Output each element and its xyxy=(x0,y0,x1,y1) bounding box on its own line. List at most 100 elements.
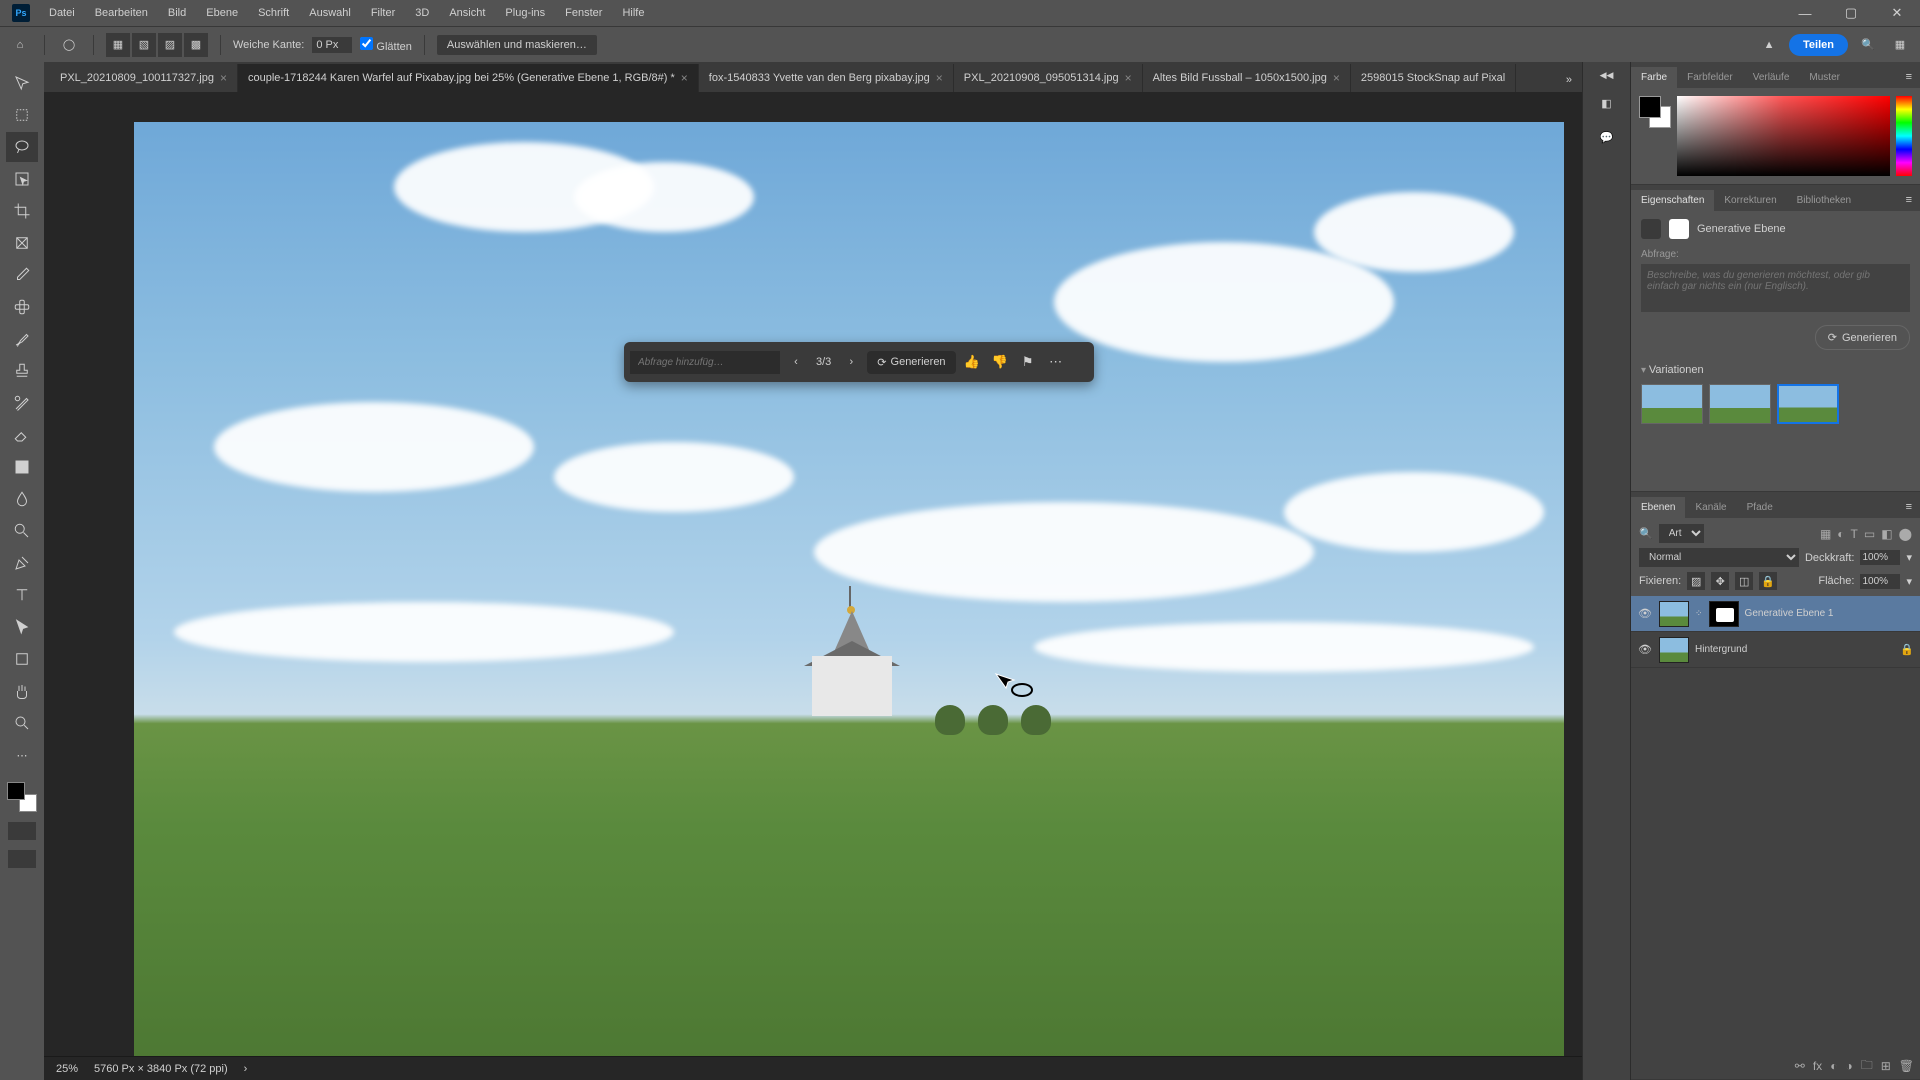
filter-type-icon[interactable]: T xyxy=(1851,527,1858,541)
dodge-tool[interactable] xyxy=(6,516,38,546)
props-generate-button[interactable]: ⟳Generieren xyxy=(1815,325,1910,350)
cloud-docs-icon[interactable]: ▲ xyxy=(1757,33,1781,57)
lasso-tool[interactable] xyxy=(6,132,38,162)
feather-input[interactable] xyxy=(312,37,352,53)
blur-tool[interactable] xyxy=(6,484,38,514)
visibility-toggle[interactable]: 👁 xyxy=(1637,606,1653,622)
filter-toggle[interactable]: ⬤ xyxy=(1899,527,1912,541)
filter-shape-icon[interactable]: ▭ xyxy=(1864,527,1875,541)
menu-datei[interactable]: Datei xyxy=(40,3,84,23)
doc-tab-3[interactable]: PXL_20210908_095051314.jpg× xyxy=(954,64,1143,92)
add-mask-icon[interactable]: ◐ xyxy=(1830,1059,1837,1073)
tab-verlaeufe[interactable]: Verläufe xyxy=(1743,67,1800,88)
fx-icon[interactable]: fx xyxy=(1813,1059,1822,1073)
tab-korrekturen[interactable]: Korrekturen xyxy=(1714,190,1786,211)
delete-layer-icon[interactable]: 🗑 xyxy=(1899,1059,1914,1073)
variations-header[interactable]: ▾ Variationen xyxy=(1641,350,1910,376)
menu-plugins[interactable]: Plug-ins xyxy=(496,3,554,23)
variation-thumb-3[interactable] xyxy=(1777,384,1839,424)
blend-mode-select[interactable]: Normal xyxy=(1639,548,1799,567)
menu-schrift[interactable]: Schrift xyxy=(249,3,298,23)
variation-thumb-1[interactable] xyxy=(1641,384,1703,424)
doc-tab-5[interactable]: 2598015 StockSnap auf Pixal xyxy=(1351,64,1516,92)
lock-artboard-icon[interactable]: ◫ xyxy=(1735,572,1753,590)
menu-3d[interactable]: 3D xyxy=(406,3,438,23)
lock-icon[interactable]: 🔒 xyxy=(1900,643,1914,656)
filter-adjust-icon[interactable]: ◐ xyxy=(1837,527,1844,541)
doc-tab-1[interactable]: couple-1718244 Karen Warfel auf Pixabay.… xyxy=(238,64,699,92)
genfill-prompt-input[interactable] xyxy=(630,351,780,374)
menu-ansicht[interactable]: Ansicht xyxy=(440,3,494,23)
layer-name[interactable]: Generative Ebene 1 xyxy=(1745,608,1834,619)
edit-toolbar[interactable]: ⋯ xyxy=(6,740,38,770)
tab-kanaele[interactable]: Kanäle xyxy=(1685,497,1736,518)
tab-muster[interactable]: Muster xyxy=(1799,67,1850,88)
menu-hilfe[interactable]: Hilfe xyxy=(613,3,653,23)
tab-ebenen[interactable]: Ebenen xyxy=(1631,497,1685,518)
layer-mask-thumb[interactable] xyxy=(1709,601,1739,627)
generate-button[interactable]: ⟳Generieren xyxy=(867,351,955,374)
color-field[interactable] xyxy=(1677,96,1890,176)
search-icon[interactable]: 🔍 xyxy=(1856,33,1880,57)
color-swatches[interactable] xyxy=(7,782,37,812)
tab-eigenschaften[interactable]: Eigenschaften xyxy=(1631,190,1714,211)
thumbs-down-icon[interactable]: 👎 xyxy=(988,350,1012,374)
layer-row[interactable]: 👁 Hintergrund 🔒 xyxy=(1631,632,1920,668)
fill-input[interactable] xyxy=(1860,574,1900,589)
new-layer-icon[interactable]: ⊞ xyxy=(1881,1059,1891,1073)
prev-variation-button[interactable]: ‹ xyxy=(784,350,808,374)
lock-pixels-icon[interactable]: ▨ xyxy=(1687,572,1705,590)
selection-new[interactable]: ▦ xyxy=(106,33,130,57)
lasso-preset-icon[interactable]: ◯ xyxy=(57,33,81,57)
thumbs-up-icon[interactable]: 👍 xyxy=(960,350,984,374)
share-button[interactable]: Teilen xyxy=(1789,34,1848,56)
layer-name[interactable]: Hintergrund xyxy=(1695,644,1747,655)
color-fg-bg[interactable] xyxy=(1639,96,1671,128)
brush-tool[interactable] xyxy=(6,324,38,354)
new-adjustment-icon[interactable]: ◑ xyxy=(1845,1059,1852,1073)
close-icon[interactable]: × xyxy=(1333,71,1340,85)
next-variation-button[interactable]: › xyxy=(839,350,863,374)
zoom-tool[interactable] xyxy=(6,708,38,738)
selection-add[interactable]: ▧ xyxy=(132,33,156,57)
hue-slider[interactable] xyxy=(1896,96,1912,176)
menu-bearbeiten[interactable]: Bearbeiten xyxy=(86,3,157,23)
panel-menu-icon[interactable]: ≡ xyxy=(1898,189,1920,211)
expand-panels-icon[interactable]: ◀◀ xyxy=(1600,70,1614,81)
zoom-level[interactable]: 25% xyxy=(56,1063,78,1075)
doc-tab-0[interactable]: PXL_20210809_100117327.jpg× xyxy=(50,64,238,92)
marquee-tool[interactable] xyxy=(6,100,38,130)
close-icon[interactable]: × xyxy=(1125,71,1132,85)
doc-tab-2[interactable]: fox-1540833 Yvette van den Berg pixabay.… xyxy=(699,64,954,92)
close-icon[interactable]: × xyxy=(220,71,227,85)
healing-tool[interactable] xyxy=(6,292,38,322)
path-select-tool[interactable] xyxy=(6,612,38,642)
layer-thumb[interactable] xyxy=(1659,637,1689,663)
filter-smart-icon[interactable]: ◧ xyxy=(1881,527,1892,541)
selection-intersect[interactable]: ▩ xyxy=(184,33,208,57)
window-minimize[interactable]: — xyxy=(1782,0,1828,26)
screenmode-toggle[interactable] xyxy=(8,850,36,868)
hand-tool[interactable] xyxy=(6,676,38,706)
menu-filter[interactable]: Filter xyxy=(362,3,404,23)
opacity-input[interactable] xyxy=(1860,550,1900,565)
shape-tool[interactable] xyxy=(6,644,38,674)
history-brush-tool[interactable] xyxy=(6,388,38,418)
gradient-tool[interactable] xyxy=(6,452,38,482)
lock-all-icon[interactable]: 🔒 xyxy=(1759,572,1777,590)
tab-bibliotheken[interactable]: Bibliotheken xyxy=(1787,190,1861,211)
history-panel-icon[interactable]: ◧ xyxy=(1595,91,1619,115)
antialias-checkbox[interactable]: Glätten xyxy=(360,37,412,53)
stamp-tool[interactable] xyxy=(6,356,38,386)
comments-panel-icon[interactable]: 💬 xyxy=(1595,125,1619,149)
close-icon[interactable]: × xyxy=(936,71,943,85)
frame-tool[interactable] xyxy=(6,228,38,258)
menu-bild[interactable]: Bild xyxy=(159,3,195,23)
select-and-mask-button[interactable]: Auswählen und maskieren… xyxy=(437,35,597,55)
layer-row[interactable]: 👁 ⁘ Generative Ebene 1 xyxy=(1631,596,1920,632)
doc-tab-4[interactable]: Altes Bild Fussball – 1050x1500.jpg× xyxy=(1143,64,1351,92)
flag-icon[interactable]: ⚑ xyxy=(1016,350,1040,374)
crop-tool[interactable] xyxy=(6,196,38,226)
tab-pfade[interactable]: Pfade xyxy=(1737,497,1783,518)
link-layers-icon[interactable]: ⚯ xyxy=(1795,1059,1805,1073)
